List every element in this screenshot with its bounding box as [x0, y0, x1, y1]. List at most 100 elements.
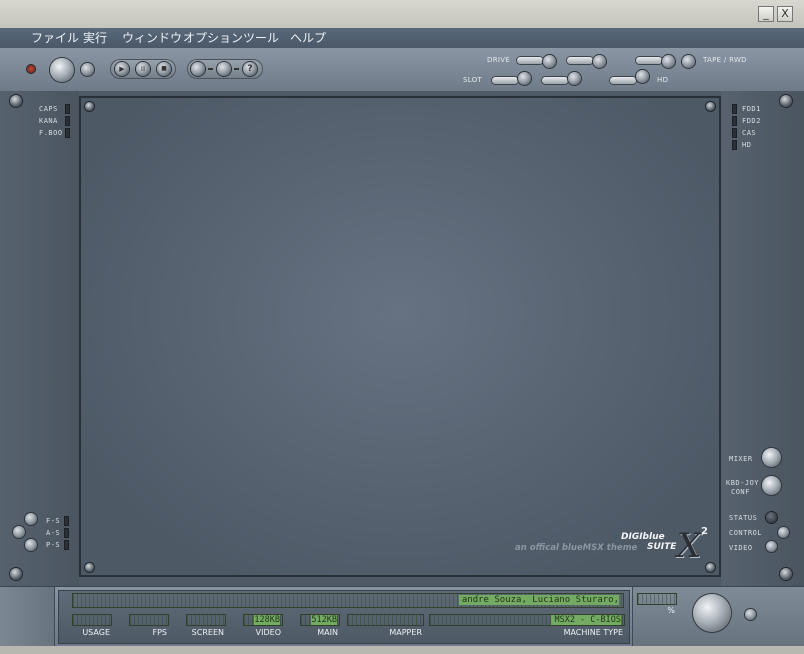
kbd-joy-conf-label: CONF [731, 488, 750, 496]
credits-text: andre Souza, Luciano Sturaro, [458, 595, 619, 605]
menu-file[interactable]: ファイル [31, 28, 79, 48]
fdd1-led-icon [732, 104, 737, 114]
hd-button[interactable] [636, 70, 649, 83]
screen-screw-icon [85, 102, 94, 111]
screen-screw-icon [85, 563, 94, 572]
volume-knob[interactable] [693, 594, 731, 632]
main-memory-value: 512KB [311, 615, 337, 625]
emulator-screen[interactable]: DIGIblue SUITE X 2 an offical blueMSX th… [79, 96, 721, 577]
tape-button[interactable] [662, 55, 675, 68]
disk-icon[interactable] [191, 62, 205, 76]
power-knob[interactable] [50, 58, 74, 82]
fdd2-led-icon [732, 116, 737, 126]
mixer-label: MIXER [729, 455, 753, 463]
control-toggle[interactable] [778, 527, 789, 538]
pause-button[interactable]: II [136, 62, 150, 76]
reset-button[interactable] [81, 63, 94, 76]
drive-a-button[interactable] [543, 55, 556, 68]
screw-icon [10, 568, 22, 580]
screen-lcd [186, 614, 226, 626]
status-label: STATUS [729, 514, 758, 522]
kbd-joy-config-button[interactable] [762, 476, 781, 495]
screw-icon [10, 95, 22, 107]
screw-icon [780, 95, 792, 107]
caps-led-icon [65, 104, 70, 114]
wrench-icon[interactable] [217, 62, 231, 76]
status-toggle[interactable] [766, 512, 777, 523]
machine-type-lcd: MSX2 - C-BIOS [429, 614, 625, 626]
play-button[interactable]: ▶ [115, 62, 129, 76]
ps-indicator: P-S [46, 541, 61, 549]
machine-type-value: MSX2 - C-BIOS [551, 615, 621, 625]
menu-options[interactable]: オプション [183, 28, 243, 48]
mixer-button[interactable] [762, 448, 781, 467]
transport-group: ▶ II ■ [110, 59, 176, 79]
hd-slider[interactable] [610, 77, 636, 84]
main-memory-label: MAIN [317, 628, 338, 637]
volume-lcd [637, 593, 677, 605]
fs-button[interactable] [25, 513, 37, 525]
tape-rwd-label: TAPE / RWD [703, 56, 747, 64]
help-button[interactable]: ? [243, 62, 257, 76]
status-left-cap [0, 587, 55, 647]
drive-b-slider[interactable] [567, 57, 593, 64]
slot-2-slider[interactable] [542, 77, 568, 84]
fdd1-indicator: FDD1 [742, 105, 761, 113]
right-panel [721, 91, 804, 586]
as-button[interactable] [13, 526, 25, 538]
cas-indicator: CAS [742, 129, 757, 137]
ps-led-icon [64, 540, 69, 550]
fboot-indicator: F.BOO [39, 129, 63, 137]
status-bar: andre Souza, Luciano Sturaro, USAGE FPS … [0, 586, 804, 647]
stop-button[interactable]: ■ [157, 62, 171, 76]
mapper-lcd [347, 614, 424, 626]
mapper-label: MAPPER [389, 628, 422, 637]
slot-1-slider[interactable] [492, 77, 518, 84]
menu-run[interactable]: 実行 [83, 28, 107, 48]
hd-indicator: HD [742, 141, 752, 149]
tools-group: ? [187, 59, 263, 79]
fs-indicator: F-S [46, 517, 61, 525]
screw-icon [780, 568, 792, 580]
credits-lcd: andre Souza, Luciano Sturaro, [72, 593, 624, 608]
logo-line2: SUITE [647, 542, 677, 552]
window-title-bar[interactable]: _ X [0, 0, 804, 28]
fps-label: FPS [152, 628, 167, 637]
tape-slider[interactable] [636, 57, 662, 64]
video-lcd: 128KB [243, 614, 283, 626]
fboot-led-icon [65, 128, 70, 138]
logo-x-mark: X [677, 526, 702, 566]
cas-led-icon [732, 128, 737, 138]
as-indicator: A-S [46, 529, 61, 537]
close-button[interactable]: X [777, 6, 793, 22]
toolbar: ▶ II ■ ? DRIVE SLOT TAPE / RWD HD [0, 48, 804, 92]
menu-tools[interactable]: ツール [243, 28, 279, 48]
control-label: CONTROL [729, 529, 763, 537]
caps-indicator: CAPS [39, 105, 58, 113]
fs-led-icon [64, 516, 69, 526]
screen-screw-icon [706, 102, 715, 111]
ps-button[interactable] [25, 539, 37, 551]
hd-led-icon [732, 140, 737, 150]
drive-a-slider[interactable] [517, 57, 543, 64]
menu-help[interactable]: ヘルプ [290, 28, 326, 48]
slot-label: SLOT [463, 76, 483, 84]
usage-label: USAGE [82, 628, 110, 637]
drive-b-button[interactable] [593, 55, 606, 68]
fps-lcd [129, 614, 169, 626]
rewind-button[interactable] [682, 55, 695, 68]
slot-2-button[interactable] [568, 72, 581, 85]
percent-label: % [667, 606, 675, 615]
logo-line1: DIGIblue [621, 532, 665, 542]
fdd2-indicator: FDD2 [742, 117, 761, 125]
video-label: VIDEO [729, 544, 753, 552]
slot-1-button[interactable] [518, 72, 531, 85]
theme-tagline: an offical blueMSX theme [515, 543, 638, 553]
video-toggle[interactable] [766, 541, 777, 552]
main-lcd: 512KB [300, 614, 340, 626]
video-memory-value: 128KB [254, 615, 280, 625]
volume-mute-button[interactable] [745, 609, 756, 620]
menu-window[interactable]: ウィンドウ [122, 28, 182, 48]
minimize-button[interactable]: _ [758, 6, 774, 22]
separator-dash-icon [208, 68, 213, 70]
